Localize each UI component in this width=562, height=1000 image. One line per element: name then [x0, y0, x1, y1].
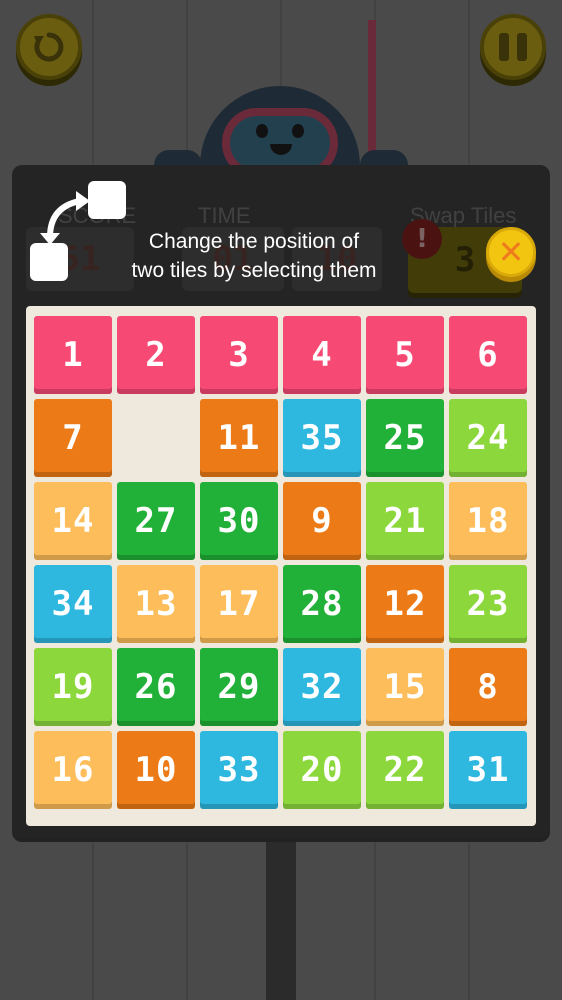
tile-29[interactable]: 29 [200, 648, 278, 726]
tile-17[interactable]: 17 [200, 565, 278, 643]
tile-34[interactable]: 34 [34, 565, 112, 643]
tile-19[interactable]: 19 [34, 648, 112, 726]
tip-text: Change the position of two tiles by sele… [104, 227, 404, 285]
tile-33[interactable]: 33 [200, 731, 278, 809]
pause-icon [499, 33, 527, 61]
tile-30[interactable]: 30 [200, 482, 278, 560]
mascot-eye-left [256, 124, 268, 138]
tile-18[interactable]: 18 [449, 482, 527, 560]
tile-15[interactable]: 15 [366, 648, 444, 726]
tile-grid: 1 2 3 4 5 6 7 11 35 25 24 14 27 30 9 21 18 34 13 17 28 12 23 19… [34, 316, 528, 809]
restart-icon [34, 32, 64, 62]
close-icon: ✕ [497, 233, 525, 271]
tile-2[interactable]: 2 [117, 316, 195, 394]
tile-1[interactable]: 1 [34, 316, 112, 394]
game-board: 1 2 3 4 5 6 7 11 35 25 24 14 27 30 9 21 18 34 13 17 28 12 23 19… [26, 306, 536, 826]
tile-9[interactable]: 9 [283, 482, 361, 560]
tile-31[interactable]: 31 [449, 731, 527, 809]
tile-21[interactable]: 21 [366, 482, 444, 560]
tile-11[interactable]: 11 [200, 399, 278, 477]
tip-line-1: Change the position of [148, 230, 360, 253]
empty-cell [117, 399, 195, 477]
pause-button[interactable] [480, 14, 546, 80]
tile-32[interactable]: 32 [283, 648, 361, 726]
tile-25[interactable]: 25 [366, 399, 444, 477]
tile-23[interactable]: 23 [449, 565, 527, 643]
close-tip-button[interactable]: ✕ [486, 227, 536, 277]
tile-28[interactable]: 28 [283, 565, 361, 643]
tile-20[interactable]: 20 [283, 731, 361, 809]
tile-13[interactable]: 13 [117, 565, 195, 643]
tile-22[interactable]: 22 [366, 731, 444, 809]
tile-12[interactable]: 12 [366, 565, 444, 643]
restart-button[interactable] [16, 14, 82, 80]
tile-24[interactable]: 24 [449, 399, 527, 477]
mascot-eye-right [292, 124, 304, 138]
tile-35[interactable]: 35 [283, 399, 361, 477]
tile-7[interactable]: 7 [34, 399, 112, 477]
tile-26[interactable]: 26 [117, 648, 195, 726]
tile-8[interactable]: 8 [449, 648, 527, 726]
tile-6[interactable]: 6 [449, 316, 527, 394]
tile-4[interactable]: 4 [283, 316, 361, 394]
tile-10[interactable]: 10 [117, 731, 195, 809]
sign-pole [266, 838, 296, 1000]
tile-3[interactable]: 3 [200, 316, 278, 394]
tile-14[interactable]: 14 [34, 482, 112, 560]
tip-line-2: two tiles by selecting them [131, 259, 377, 282]
tile-5[interactable]: 5 [366, 316, 444, 394]
tile-16[interactable]: 16 [34, 731, 112, 809]
tile-27[interactable]: 27 [117, 482, 195, 560]
